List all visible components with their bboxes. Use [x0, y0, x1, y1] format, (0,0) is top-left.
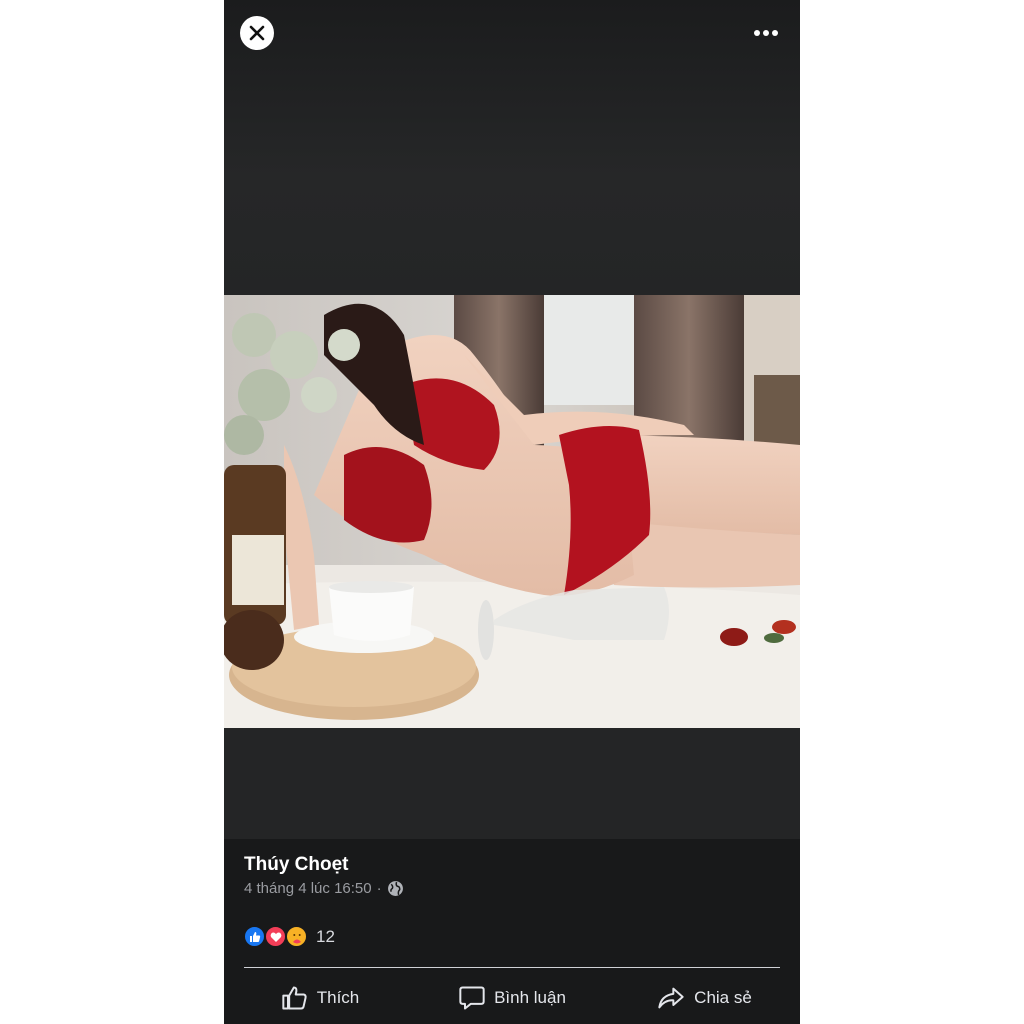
post-info-panel: Thúy Choẹt 4 tháng 4 lúc 16:50 · 12 Thíc… — [224, 839, 800, 1024]
post-action-bar: Thích Bình luận Chia sẻ — [224, 978, 800, 1018]
share-button[interactable]: Chia sẻ — [608, 978, 800, 1018]
viewer-top-area — [224, 0, 800, 295]
divider — [244, 967, 780, 968]
care-reaction-icon — [285, 925, 308, 948]
close-icon — [249, 25, 265, 41]
love-reaction-icon — [264, 925, 287, 948]
share-label: Chia sẻ — [694, 988, 752, 1007]
comment-button[interactable]: Bình luận — [416, 978, 608, 1018]
meta-separator: · — [376, 880, 382, 897]
reaction-summary[interactable]: 12 — [243, 925, 335, 948]
close-button[interactable] — [240, 16, 274, 50]
post-photo[interactable] — [224, 295, 800, 728]
viewer-bottom-area — [224, 728, 800, 839]
like-label: Thích — [316, 988, 360, 1007]
thumbs-up-icon — [282, 986, 307, 1010]
more-options-button[interactable] — [752, 22, 780, 44]
like-reaction-icon — [243, 925, 266, 948]
more-horizontal-icon — [754, 30, 760, 36]
comment-label: Bình luận — [494, 988, 566, 1007]
author-name[interactable]: Thúy Choẹt — [244, 854, 349, 876]
post-meta: 4 tháng 4 lúc 16:50 · — [244, 880, 404, 897]
share-icon — [658, 987, 684, 1009]
globe-icon — [387, 881, 403, 896]
like-button[interactable]: Thích — [224, 978, 416, 1018]
post-timestamp[interactable]: 4 tháng 4 lúc 16:50 — [244, 880, 372, 897]
comment-icon — [459, 986, 485, 1010]
photo-image — [224, 295, 800, 728]
photo-viewer: Thúy Choẹt 4 tháng 4 lúc 16:50 · 12 Thíc… — [224, 0, 800, 1024]
reaction-count: 12 — [316, 926, 335, 946]
